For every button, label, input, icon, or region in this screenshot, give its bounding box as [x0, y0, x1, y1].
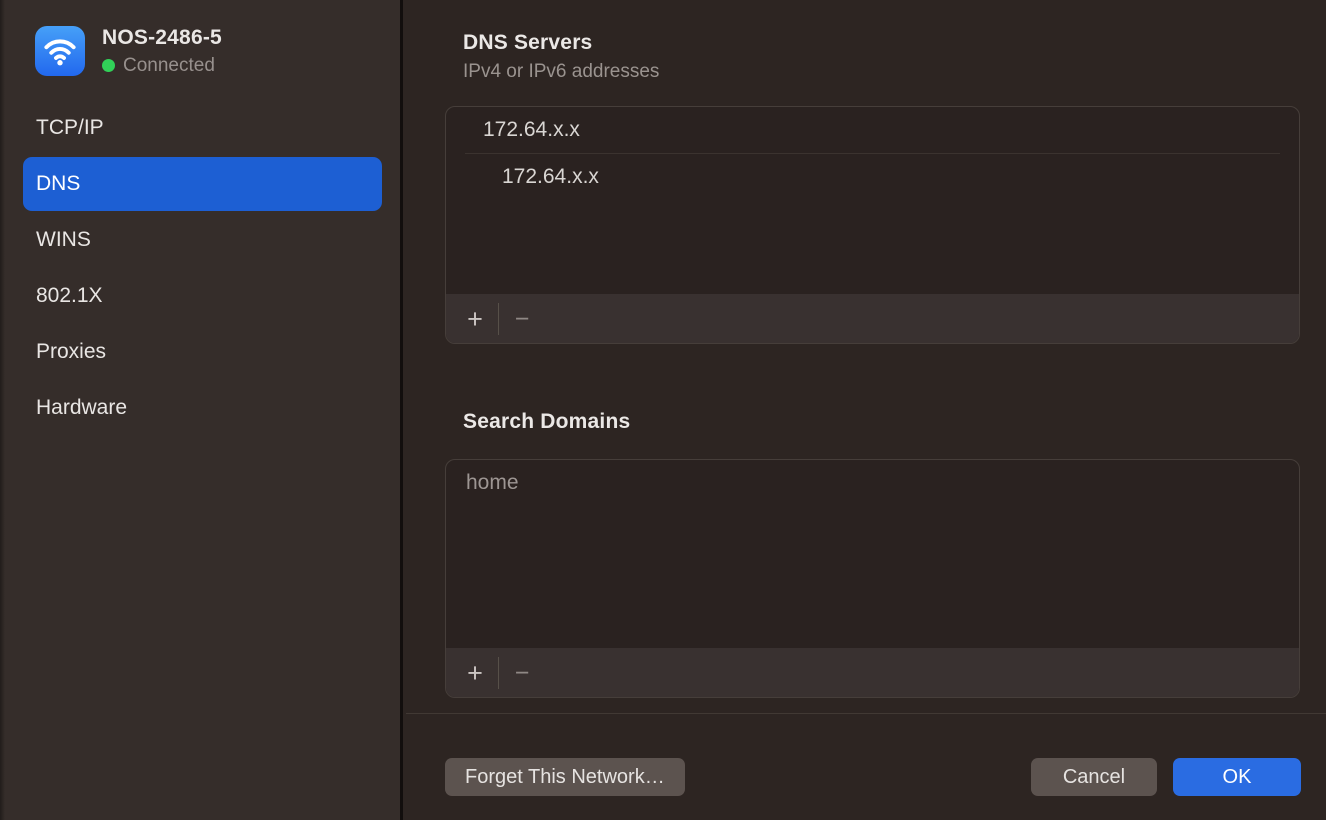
- search-domain-row-text: home: [466, 471, 519, 495]
- connected-status-dot: [102, 59, 115, 72]
- dns-servers-title: DNS Servers: [463, 31, 659, 55]
- network-meta: NOS-2486-5 Connected: [102, 25, 222, 76]
- remove-search-domain-button[interactable]: −: [502, 656, 542, 690]
- connected-status-label: Connected: [123, 55, 215, 76]
- sidebar-item-proxies[interactable]: Proxies: [23, 325, 382, 379]
- sidebar-item-tcp-ip[interactable]: TCP/IP: [23, 101, 382, 155]
- ok-button[interactable]: OK: [1173, 758, 1301, 796]
- dns-servers-listbox: 172.64.x.x 172.64.x.x + −: [445, 106, 1300, 344]
- search-domains-header: Search Domains: [463, 410, 630, 434]
- sidebar-item-label: Proxies: [36, 340, 106, 364]
- toolbar-divider: [498, 657, 499, 689]
- sidebar-nav: TCP/IP DNS WINS 802.1X Proxies Hardware: [23, 101, 382, 435]
- dns-server-row-text: 172.64.x.x: [502, 165, 599, 189]
- sidebar: NOS-2486-5 Connected TCP/IP DNS WINS 802.1X…: [0, 0, 403, 820]
- cancel-button[interactable]: Cancel: [1031, 758, 1157, 796]
- dns-servers-list-toolbar: + −: [446, 294, 1299, 343]
- sidebar-item-label: Hardware: [36, 396, 127, 420]
- remove-dns-server-button[interactable]: −: [502, 302, 542, 336]
- dns-servers-header: DNS Servers IPv4 or IPv6 addresses: [463, 31, 659, 83]
- toolbar-divider: [498, 303, 499, 335]
- bottom-bar: Forget This Network… Cancel OK: [406, 713, 1326, 820]
- sidebar-item-label: TCP/IP: [36, 116, 104, 140]
- sidebar-item-label: DNS: [36, 172, 80, 196]
- dns-server-row[interactable]: 172.64.x.x: [465, 153, 1280, 199]
- add-dns-server-button[interactable]: +: [455, 302, 495, 336]
- search-domains-list-toolbar: + −: [446, 648, 1299, 697]
- wifi-icon: [35, 26, 85, 76]
- search-domain-row[interactable]: home: [446, 460, 1299, 506]
- network-details-window: NOS-2486-5 Connected TCP/IP DNS WINS 802.1X…: [0, 0, 1326, 820]
- sidebar-item-label: WINS: [36, 228, 91, 252]
- sidebar-item-wins[interactable]: WINS: [23, 213, 382, 267]
- search-domains-listbox: home + −: [445, 459, 1300, 698]
- search-domains-title: Search Domains: [463, 410, 630, 434]
- sidebar-item-dns[interactable]: DNS: [23, 157, 382, 211]
- dns-servers-subtitle: IPv4 or IPv6 addresses: [463, 61, 659, 83]
- sidebar-item-802-1x[interactable]: 802.1X: [23, 269, 382, 323]
- add-search-domain-button[interactable]: +: [455, 656, 495, 690]
- network-header: NOS-2486-5 Connected: [35, 25, 222, 76]
- network-name: NOS-2486-5: [102, 25, 222, 51]
- search-domains-list: home: [446, 460, 1299, 648]
- main-panel: DNS Servers IPv4 or IPv6 addresses 172.6…: [406, 0, 1326, 820]
- dns-server-row[interactable]: 172.64.x.x: [446, 107, 1299, 153]
- dns-servers-list: 172.64.x.x 172.64.x.x: [446, 107, 1299, 294]
- sidebar-item-label: 802.1X: [36, 284, 103, 308]
- forget-this-network-button[interactable]: Forget This Network…: [445, 758, 685, 796]
- network-status: Connected: [102, 55, 222, 76]
- dns-server-row-text: 172.64.x.x: [483, 118, 580, 142]
- sidebar-item-hardware[interactable]: Hardware: [23, 381, 382, 435]
